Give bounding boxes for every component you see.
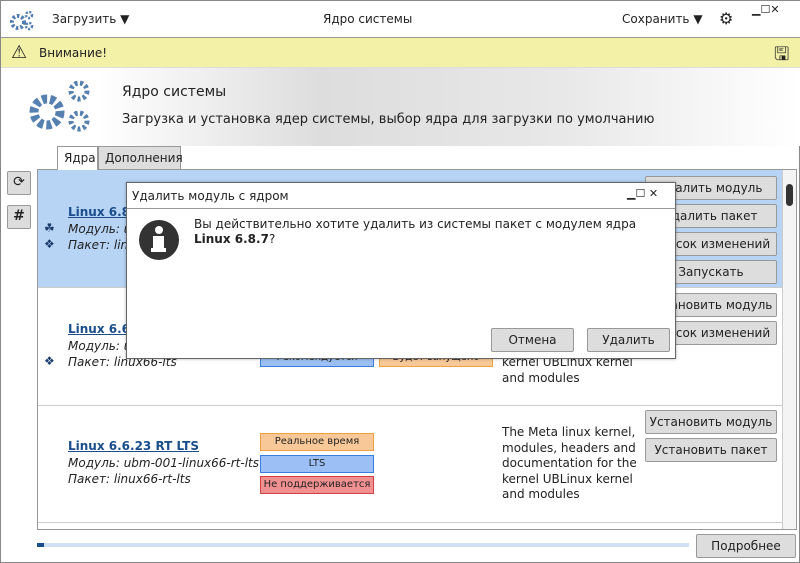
hash-button[interactable]: # — [7, 205, 31, 229]
progress-fill — [37, 543, 44, 547]
close-icon[interactable]: ✕ — [770, 3, 779, 16]
refresh-icon: ⟳ — [13, 174, 25, 190]
refresh-button[interactable]: ⟳ — [7, 171, 31, 195]
warning-icon: ⚠ — [11, 42, 28, 63]
kernel-module: Модуль: u — [68, 222, 132, 236]
kernel-description: The Meta linux kernel, modules, headers … — [502, 425, 637, 501]
window-title: Ядро системы — [323, 12, 413, 26]
progress-bar — [37, 543, 689, 547]
maximize-icon[interactable]: ☐ — [760, 3, 770, 16]
window-controls: ▁☐✕ — [752, 3, 780, 16]
message-end: ? — [268, 232, 276, 246]
install-module-button[interactable]: Установить модуль — [645, 410, 777, 434]
dialog-titlebar: Удалить модуль с ядром ▁☐ ✕ — [127, 183, 675, 209]
save-menu-button[interactable]: Сохранить ▼ — [622, 12, 703, 26]
kernel-row[interactable]: Linux 6.6.23 RT LTS Модуль: ubm-001-linu… — [38, 407, 782, 523]
details-button[interactable]: Подробнее — [696, 534, 796, 558]
badge-lts: LTS — [260, 455, 374, 473]
kernel-package: Пакет: linux66-rt-lts — [68, 472, 191, 486]
dialog-title: Удалить модуль с ядром — [132, 189, 289, 203]
kernel-module: Модуль: ubm-001-linux66-rt-lts — [68, 456, 260, 470]
load-menu-button[interactable]: Загрузить ▼ — [52, 12, 129, 26]
header-gears-icon — [29, 80, 90, 132]
app-gears-icon — [10, 10, 34, 31]
maximize-icon[interactable]: ☐ — [635, 187, 645, 200]
load-label: Загрузить — [52, 12, 117, 26]
package-icon: ❖ — [44, 354, 55, 368]
header-banner: Ядро системы Загрузка и установка ядер с… — [1, 68, 800, 146]
dialog-message: Вы действительно хотите удалить из систе… — [194, 217, 654, 247]
scrollbar[interactable] — [782, 170, 796, 529]
tab-kernels[interactable]: Ядра — [57, 146, 98, 170]
top-bar: Загрузить ▼ Ядро системы Сохранить ▼ ⚙ ▁… — [1, 1, 800, 38]
info-icon — [139, 220, 179, 260]
kernel-name-link[interactable]: Linux 6.6.23 RT LTS — [68, 439, 199, 453]
badge-unsupported: Не поддерживается — [260, 476, 374, 494]
scrollbar-thumb[interactable] — [786, 184, 793, 206]
hash-icon: # — [13, 208, 25, 224]
warning-text: Внимание! — [39, 46, 108, 60]
header-title: Ядро системы — [122, 84, 227, 100]
delete-module-dialog: Удалить модуль с ядром ▁☐ ✕ Вы действите… — [126, 182, 676, 359]
dropdown-arrow-icon: ▼ — [120, 12, 130, 26]
close-icon[interactable]: ✕ — [649, 187, 658, 200]
header-subtitle: Загрузка и установка ядер системы, выбор… — [122, 112, 655, 127]
badge-realtime: Реальное время — [260, 433, 374, 451]
delete-button[interactable]: Удалить — [587, 328, 670, 352]
package-icon: ❖ — [44, 237, 55, 251]
kernel-name-link[interactable]: Linux 6.6. — [68, 322, 135, 336]
message-kernel: Linux 6.8.7 — [194, 232, 269, 246]
settings-gear-icon[interactable]: ⚙ — [719, 9, 733, 28]
dialog-window-controls: ▁☐ ✕ — [627, 187, 658, 200]
dropdown-arrow-icon: ▼ — [693, 12, 703, 26]
tab-addons[interactable]: Дополнения — [98, 146, 183, 170]
message-text: Вы действительно хотите удалить из систе… — [194, 217, 637, 231]
install-package-button[interactable]: Установить пакет — [645, 438, 777, 462]
kernel-module: Модуль: u — [68, 339, 132, 353]
cancel-button[interactable]: Отмена — [491, 328, 574, 352]
kernel-description: kernel UBLinux kernel and modules — [502, 355, 633, 385]
warning-bar: ⚠ Внимание! 🖫 — [1, 38, 800, 68]
module-icon: ☘ — [44, 221, 55, 235]
save-label: Сохранить — [622, 12, 690, 26]
